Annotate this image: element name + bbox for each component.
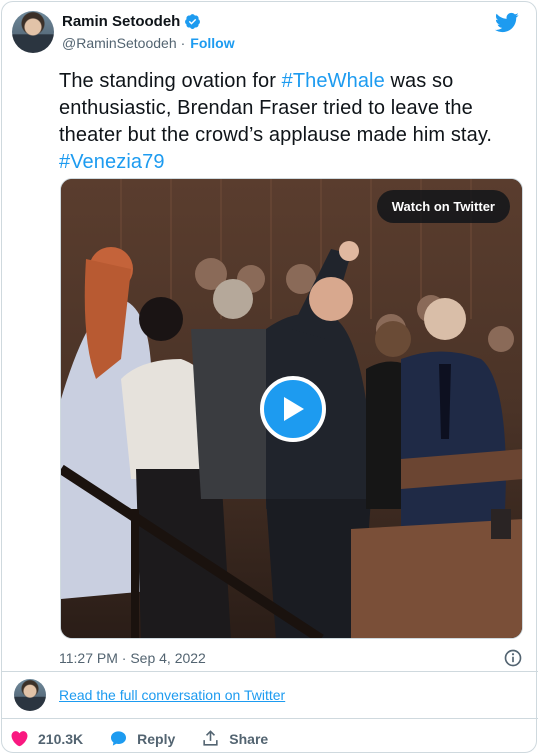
hashtag-venezia79[interactable]: #Venezia79 <box>59 151 165 173</box>
author-avatar-small[interactable] <box>14 679 46 711</box>
separator-dot: · <box>180 35 186 51</box>
reply-action[interactable]: Reply <box>109 729 175 748</box>
reply-bubble-icon <box>111 731 127 746</box>
video-media[interactable]: Watch on Twitter <box>60 178 523 639</box>
tweet-card: Ramin Setoodeh @RaminSetoodeh · Follow T… <box>1 1 538 753</box>
share-label: Share <box>229 730 269 747</box>
tweet-actions: 210.3K Reply Share <box>10 729 294 748</box>
author-display-name[interactable]: Ramin Setoodeh <box>62 13 180 30</box>
share-action[interactable]: Share <box>201 729 268 748</box>
read-full-conversation-link[interactable]: Read the full conversation on Twitter <box>59 687 285 703</box>
tweet-text: The standing ovation for #TheWhale was s… <box>59 68 519 176</box>
twitter-bird-icon[interactable] <box>494 10 519 35</box>
author-avatar[interactable] <box>12 11 54 53</box>
play-button[interactable] <box>260 376 326 442</box>
hashtag-thewhale[interactable]: #TheWhale <box>282 70 385 92</box>
author-handle-row: @RaminSetoodeh · Follow <box>62 35 235 51</box>
play-icon <box>284 397 304 421</box>
like-action[interactable]: 210.3K <box>10 729 83 748</box>
divider <box>2 718 538 719</box>
heart-icon <box>11 731 28 747</box>
author-name-row: Ramin Setoodeh <box>62 13 201 30</box>
info-icon[interactable] <box>503 648 523 668</box>
watch-on-twitter-button[interactable]: Watch on Twitter <box>376 190 510 223</box>
like-count: 210.3K <box>38 730 84 747</box>
share-icon <box>203 730 218 746</box>
tweet-timestamp[interactable]: 11:27 PM · Sep 4, 2022 <box>59 650 206 666</box>
reply-label: Reply <box>137 730 176 747</box>
divider <box>2 671 538 672</box>
tweet-meta-row: 11:27 PM · Sep 4, 2022 <box>59 648 523 668</box>
follow-button[interactable]: Follow <box>190 35 234 51</box>
author-handle[interactable]: @RaminSetoodeh <box>62 35 177 51</box>
tweet-text-part: The standing ovation for <box>59 70 282 92</box>
verified-badge-icon <box>185 14 201 29</box>
read-conversation-row: Read the full conversation on Twitter <box>14 679 285 711</box>
